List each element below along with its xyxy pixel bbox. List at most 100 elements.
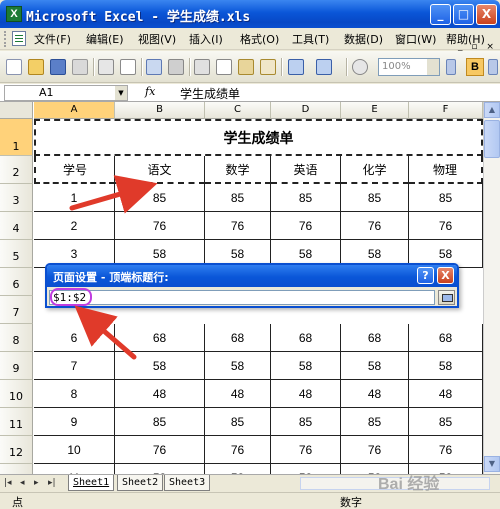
close-button[interactable]: X	[476, 4, 497, 25]
table-cell[interactable]: 76	[341, 212, 409, 240]
menu-tools[interactable]: 工具(T)	[292, 31, 329, 47]
row-header-10[interactable]: 10	[0, 380, 33, 408]
row-header-8[interactable]: 8	[0, 324, 33, 352]
row-header-4[interactable]: 4	[0, 212, 33, 240]
row-header-9[interactable]: 9	[0, 352, 33, 380]
table-cell[interactable]: 76	[205, 212, 271, 240]
row-header-11[interactable]: 11	[0, 408, 33, 436]
menu-insert[interactable]: 插入(I)	[189, 31, 223, 47]
table-cell[interactable]: 58	[409, 352, 483, 380]
undo-icon[interactable]	[288, 59, 304, 75]
next-sheet-icon[interactable]: ▸	[34, 478, 39, 488]
help-circle-icon[interactable]	[352, 59, 368, 75]
table-cell[interactable]: 85	[115, 184, 205, 212]
toolbar-options-icon[interactable]	[446, 59, 456, 75]
table-cell[interactable]: 85	[205, 184, 271, 212]
table-cell[interactable]: 76	[409, 212, 483, 240]
dialog-close-button[interactable]: X	[437, 267, 454, 284]
table-cell[interactable]: 76	[115, 436, 205, 464]
spelling-icon[interactable]	[146, 59, 162, 75]
redo-icon[interactable]	[316, 59, 332, 75]
row-header-13[interactable]: 13	[0, 464, 33, 474]
zoom-select[interactable]: 100%	[378, 58, 440, 76]
prev-sheet-icon[interactable]: ◂	[20, 478, 25, 488]
table-cell[interactable]: 76	[271, 436, 341, 464]
table-cell[interactable]: 58	[341, 352, 409, 380]
row-header-1[interactable]: 1	[0, 119, 33, 156]
table-cell[interactable]: 85	[341, 408, 409, 436]
table-cell[interactable]: 8	[34, 380, 115, 408]
print-icon[interactable]	[98, 59, 114, 75]
toolbar-overflow-icon[interactable]	[488, 59, 498, 75]
scroll-thumb[interactable]	[484, 120, 500, 158]
chevron-down-icon[interactable]	[427, 59, 439, 75]
column-header-e[interactable]: E	[341, 102, 409, 119]
table-cell[interactable]: 76	[115, 212, 205, 240]
column-header-a[interactable]: A	[34, 102, 115, 119]
chevron-down-icon[interactable]: ▼	[115, 86, 127, 100]
table-cell[interactable]: 58	[115, 464, 205, 474]
tab-sheet1[interactable]: Sheet1	[68, 475, 115, 491]
table-cell[interactable]: 7	[34, 352, 115, 380]
menu-window[interactable]: 窗口(W)	[395, 31, 436, 47]
insert-function-icon[interactable]: fx	[145, 85, 155, 98]
table-cell[interactable]: 48	[409, 380, 483, 408]
maximize-button[interactable]: □	[453, 4, 474, 25]
print-preview-icon[interactable]	[120, 59, 136, 75]
table-cell[interactable]: 6	[34, 324, 115, 352]
scroll-up-icon[interactable]: ▲	[484, 102, 500, 118]
excel-app-icon[interactable]: X	[6, 6, 22, 22]
header-cell[interactable]: 学号	[34, 156, 115, 184]
paste-icon[interactable]	[238, 59, 254, 75]
table-cell[interactable]: 85	[115, 408, 205, 436]
table-cell[interactable]: 85	[409, 184, 483, 212]
bold-button[interactable]: B	[466, 58, 484, 76]
table-cell[interactable]: 76	[409, 436, 483, 464]
save-icon[interactable]	[50, 59, 66, 75]
menu-view[interactable]: 视图(V)	[138, 31, 176, 47]
table-cell[interactable]: 1	[34, 184, 115, 212]
column-header-f[interactable]: F	[409, 102, 483, 119]
open-icon[interactable]	[28, 59, 44, 75]
select-all-corner[interactable]	[0, 102, 33, 119]
table-cell[interactable]: 48	[271, 380, 341, 408]
column-header-c[interactable]: C	[205, 102, 271, 119]
table-cell[interactable]: 68	[115, 324, 205, 352]
table-cell[interactable]: 68	[271, 324, 341, 352]
menu-data[interactable]: 数据(D)	[344, 31, 383, 47]
table-cell[interactable]: 9	[34, 408, 115, 436]
new-icon[interactable]	[6, 59, 22, 75]
menu-format[interactable]: 格式(O)	[240, 31, 279, 47]
table-cell[interactable]: 2	[34, 212, 115, 240]
first-sheet-icon[interactable]: |◂	[4, 478, 12, 488]
table-cell[interactable]: 85	[271, 408, 341, 436]
cell-a1-title[interactable]: 学生成绩单	[34, 119, 483, 156]
tab-sheet3[interactable]: Sheet3	[164, 475, 211, 491]
table-cell[interactable]: 58	[115, 352, 205, 380]
last-sheet-icon[interactable]: ▸|	[48, 478, 56, 488]
row-header-6[interactable]: 6	[0, 268, 33, 296]
table-cell[interactable]: 68	[409, 324, 483, 352]
column-header-b[interactable]: B	[115, 102, 205, 119]
table-cell[interactable]: 48	[205, 380, 271, 408]
formula-input[interactable]: 学生成绩单	[180, 85, 240, 102]
format-painter-icon[interactable]	[260, 59, 276, 75]
table-cell[interactable]: 76	[341, 436, 409, 464]
row-header-3[interactable]: 3	[0, 184, 33, 212]
menu-grip[interactable]	[4, 31, 7, 47]
table-cell[interactable]: 58	[271, 352, 341, 380]
header-cell[interactable]: 数学	[205, 156, 271, 184]
table-cell[interactable]: 76	[271, 212, 341, 240]
menu-edit[interactable]: 编辑(E)	[86, 31, 124, 47]
table-cell[interactable]: 85	[341, 184, 409, 212]
table-cell[interactable]: 10	[34, 436, 115, 464]
copy-icon[interactable]	[216, 59, 232, 75]
row-header-2[interactable]: 2	[0, 156, 33, 184]
table-cell[interactable]: 58	[205, 464, 271, 474]
header-cell[interactable]: 语文	[115, 156, 205, 184]
table-cell[interactable]: 85	[409, 408, 483, 436]
header-cell[interactable]: 化学	[341, 156, 409, 184]
print-titles-rows-input[interactable]: $1:$2	[49, 288, 435, 306]
cut-icon[interactable]	[194, 59, 210, 75]
table-cell[interactable]: 48	[115, 380, 205, 408]
